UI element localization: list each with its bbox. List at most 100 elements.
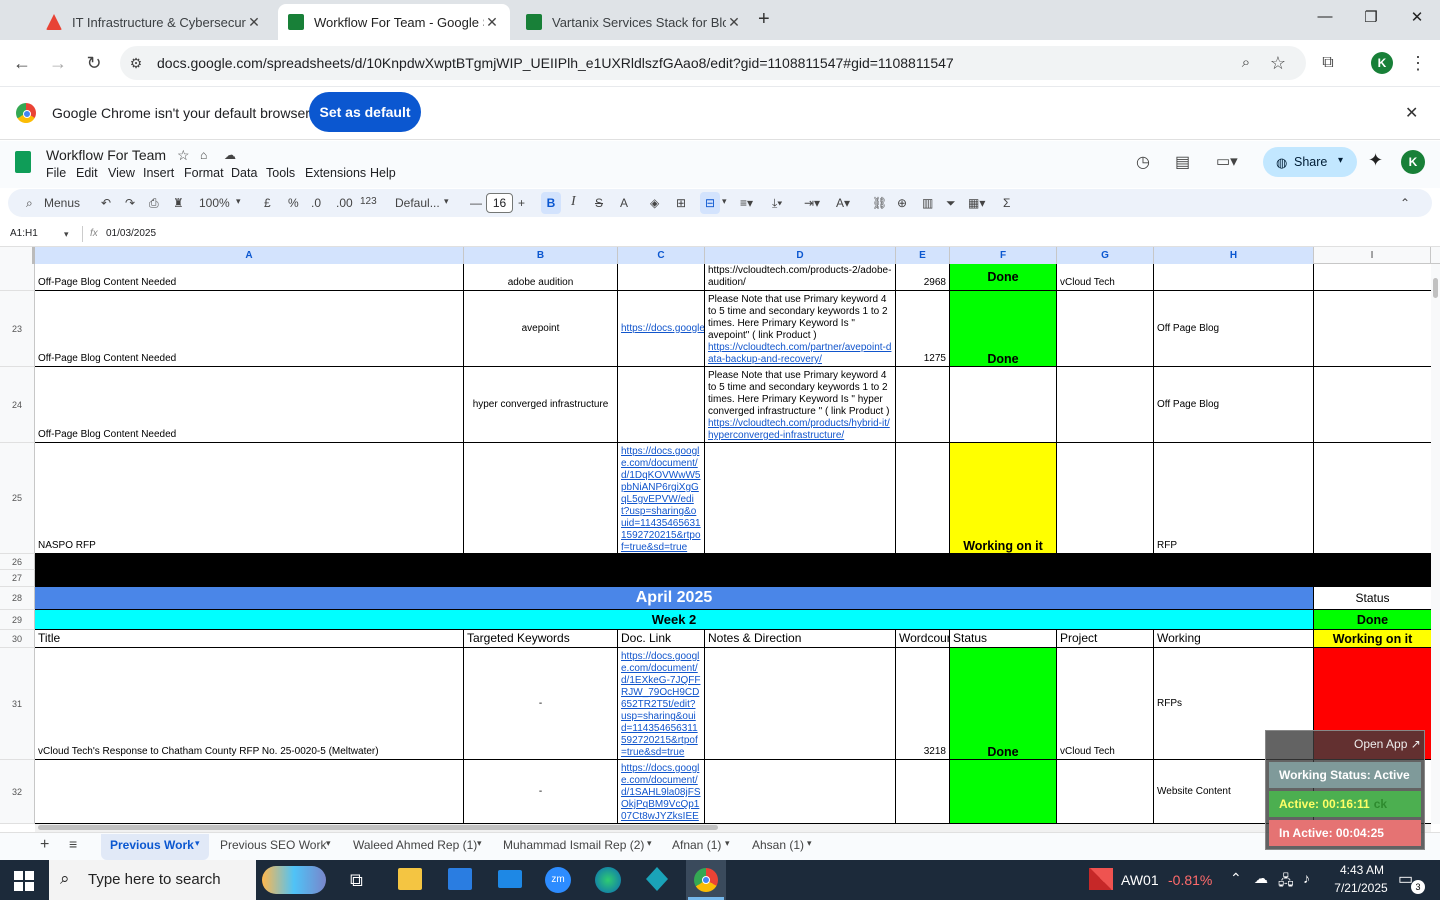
sheet-tab-previous-seo-work[interactable]: Previous SEO Work xyxy=(220,838,326,852)
sheet-tab-dropdown-icon[interactable]: ▾ xyxy=(477,838,482,849)
cell-i[interactable] xyxy=(1314,264,1431,291)
close-tab-icon[interactable]: ✕ xyxy=(484,14,500,31)
column-header-b[interactable]: B xyxy=(464,247,618,264)
cell-keyword[interactable]: hyper converged infrastructure xyxy=(464,367,618,443)
cell-keyword[interactable]: adobe audition xyxy=(464,264,618,291)
cell-i[interactable] xyxy=(1314,367,1431,443)
zoom-select[interactable]: 100% xyxy=(199,196,230,210)
cell-wordcount[interactable] xyxy=(896,443,950,554)
cell-wordcount[interactable]: 1275 xyxy=(896,291,950,367)
sheet-tab-dropdown-icon[interactable]: ▾ xyxy=(195,838,200,849)
text-rotation-icon[interactable]: A▾ xyxy=(836,196,850,210)
row-header[interactable]: 25 xyxy=(0,443,35,554)
site-info-icon[interactable]: ⚙ xyxy=(124,51,148,75)
volume-icon[interactable]: ♪ xyxy=(1303,870,1310,886)
mail-icon[interactable] xyxy=(498,870,522,888)
cell-notes[interactable]: https://vcloudtech.com/products-2/adobe-… xyxy=(705,264,896,291)
undo-icon[interactable]: ↶ xyxy=(101,196,111,210)
profile-avatar[interactable]: K xyxy=(1371,52,1393,74)
row-header[interactable]: 28 xyxy=(0,587,35,610)
taskbar-search-placeholder[interactable]: Type here to search xyxy=(88,871,221,888)
reload-icon[interactable]: ↻ xyxy=(82,51,106,75)
task-view-icon[interactable]: ⧉ xyxy=(350,870,363,891)
header-notes[interactable]: Notes & Direction xyxy=(705,630,896,648)
cell-doc-link[interactable] xyxy=(618,264,705,291)
cell-i[interactable] xyxy=(1314,291,1431,367)
sheet-tab-ismail[interactable]: Muhammad Ismail Rep (2) xyxy=(503,838,644,852)
decrease-font-icon[interactable]: — xyxy=(470,196,482,210)
sheet-tab-waleed[interactable]: Waleed Ahmed Rep (1) xyxy=(353,838,477,852)
gemini-icon[interactable]: ✦ xyxy=(1368,150,1383,171)
vertical-scroll-thumb[interactable] xyxy=(1433,278,1438,298)
doc-link[interactable]: https://docs.google xyxy=(621,323,704,335)
cell-status[interactable] xyxy=(950,367,1057,443)
cell-status-done[interactable]: Done xyxy=(950,291,1057,367)
notes-link[interactable]: https://vcloudtech.com/partner/avepoint-… xyxy=(708,342,891,365)
header-working[interactable]: Working xyxy=(1154,630,1314,648)
chrome-menu-icon[interactable]: ⋮ xyxy=(1406,51,1430,75)
horizontal-align-icon[interactable]: ≡▾ xyxy=(740,196,753,210)
cell-working[interactable]: Off Page Blog xyxy=(1154,367,1314,443)
set-as-default-button[interactable]: Set as default xyxy=(309,92,421,132)
row-header[interactable]: 24 xyxy=(0,367,35,443)
cell-doc-link[interactable] xyxy=(618,367,705,443)
cell-status-done[interactable] xyxy=(950,760,1057,824)
header-keywords[interactable]: Targeted Keywords xyxy=(464,630,618,648)
menu-data[interactable]: Data xyxy=(231,166,257,180)
sheet-tab-dropdown-icon[interactable]: ▾ xyxy=(647,838,652,849)
browser-tab-vartanix[interactable]: Vartanix Services Stack for Blog ✕ xyxy=(516,4,752,40)
font-select[interactable]: Defaul... xyxy=(395,196,440,210)
url-text[interactable]: docs.google.com/spreadsheets/d/10KnpdwXw… xyxy=(157,55,954,71)
new-tab-button[interactable]: + xyxy=(758,8,778,32)
cell-keyword[interactable] xyxy=(464,443,618,554)
row-header[interactable]: 27 xyxy=(0,570,35,587)
forward-icon[interactable]: → xyxy=(46,51,70,75)
cell-notes[interactable] xyxy=(705,648,896,760)
text-wrap-icon[interactable]: ⇥▾ xyxy=(804,196,820,210)
cell-title[interactable]: Off-Page Blog Content Needed xyxy=(35,367,464,443)
back-icon[interactable]: ← xyxy=(10,51,34,75)
meet-icon[interactable]: ▭▾ xyxy=(1216,152,1238,170)
file-explorer-icon[interactable] xyxy=(398,868,422,890)
cell-notes[interactable] xyxy=(705,760,896,824)
menu-insert[interactable]: Insert xyxy=(143,166,174,180)
select-all-corner[interactable] xyxy=(0,247,35,264)
windows-start-icon[interactable] xyxy=(14,871,34,891)
restore-window-icon[interactable]: ❐ xyxy=(1356,8,1386,32)
cell-keyword[interactable]: - xyxy=(464,648,618,760)
column-header-e[interactable]: E xyxy=(896,247,950,264)
merge-dropdown-icon[interactable]: ▾ xyxy=(722,196,727,207)
vertical-align-icon[interactable]: ⤓▾ xyxy=(772,196,782,211)
decrease-decimal[interactable]: .0 xyxy=(311,196,321,210)
menu-view[interactable]: View xyxy=(108,166,135,180)
version-history-icon[interactable]: ◷ xyxy=(1136,152,1150,172)
open-app-link[interactable]: Open App ↗ xyxy=(1354,737,1421,751)
column-header-f[interactable]: F xyxy=(950,247,1057,264)
cell-wordcount[interactable]: 3218 xyxy=(896,648,950,760)
row-header[interactable] xyxy=(0,264,35,291)
header-project[interactable]: Project xyxy=(1057,630,1154,648)
header-wordcount[interactable]: Wordcour xyxy=(896,630,950,648)
borders-icon[interactable]: ⊞ xyxy=(676,196,686,210)
insert-comment-icon[interactable]: ⊕ xyxy=(897,196,907,210)
close-infobar-icon[interactable]: ✕ xyxy=(1405,103,1418,123)
cell-project[interactable] xyxy=(1057,443,1154,554)
cell-title[interactable]: NASPO RFP xyxy=(35,443,464,554)
increase-font-icon[interactable]: + xyxy=(518,196,525,210)
week-header[interactable]: Week 2 xyxy=(35,610,1314,630)
store-icon[interactable] xyxy=(448,868,472,890)
sheets-logo-icon[interactable] xyxy=(15,151,31,173)
cell-project[interactable]: vCloud Tech xyxy=(1057,264,1154,291)
stock-name[interactable]: AW01 xyxy=(1121,872,1159,888)
cell-i[interactable] xyxy=(1314,443,1431,554)
cell-wordcount[interactable] xyxy=(896,367,950,443)
stock-chart-icon[interactable] xyxy=(1089,868,1113,890)
filter-icon[interactable]: ⏷ xyxy=(946,196,956,211)
all-sheets-icon[interactable]: ≡ xyxy=(69,836,77,852)
cell-title[interactable]: vCloud Tech's Response to Chatham County… xyxy=(35,648,464,760)
cell-wordcount[interactable]: 2968 xyxy=(896,264,950,291)
doc-link[interactable]: https://docs.google.com/document/d/1SAHL… xyxy=(621,763,701,822)
column-header-a[interactable]: A xyxy=(35,247,464,264)
cell-project[interactable] xyxy=(1057,760,1154,824)
add-sheet-icon[interactable]: + xyxy=(40,836,49,854)
